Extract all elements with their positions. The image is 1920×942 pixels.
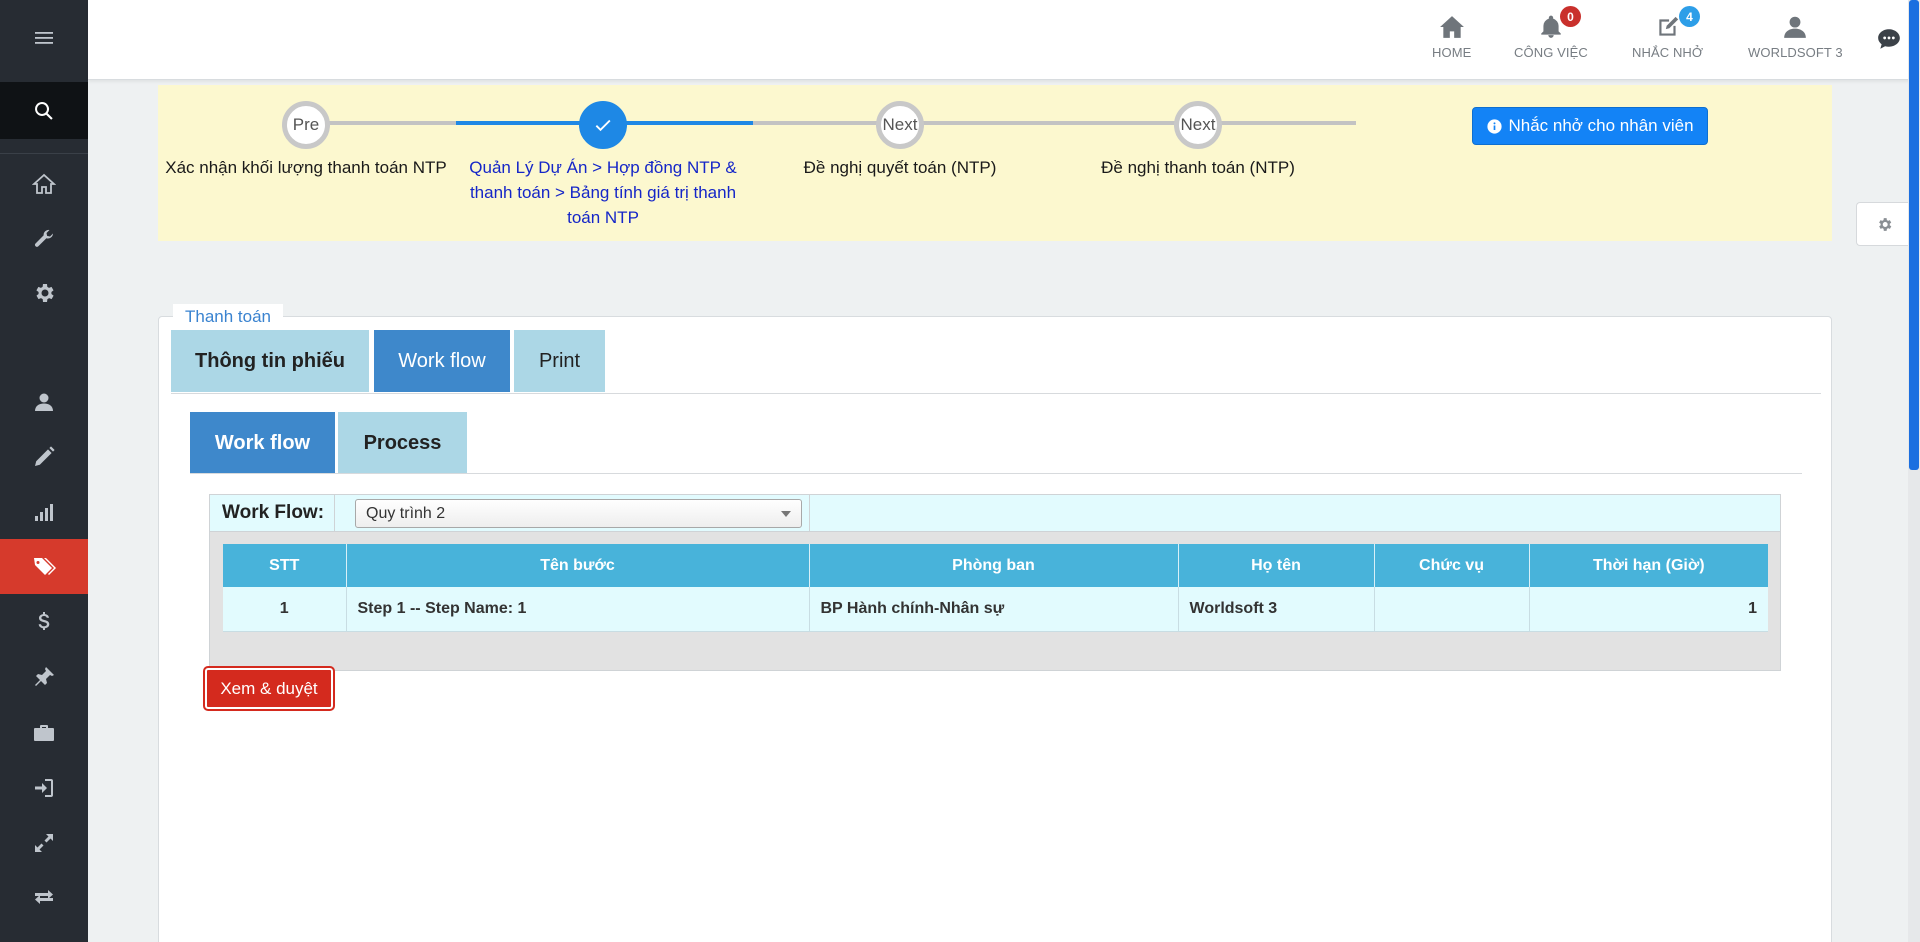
step-circle-next[interactable]: Next	[1174, 101, 1222, 149]
top-navbar: HOME 0 CÔNG VIỆC 4 NHẮC NHỞ WORLDSOFT 3	[88, 0, 1920, 80]
cell-position	[1374, 587, 1530, 632]
user-icon[interactable]	[0, 374, 88, 429]
chevron-down-icon	[781, 511, 791, 517]
payment-card: Thanh toán Thông tin phiếu Work flow Pri…	[158, 304, 1832, 942]
table-header-row: STT Tên bước Phòng ban Họ tên Chức vụ Th…	[223, 544, 1768, 587]
workflow-selected-value: Quy trình 2	[366, 504, 446, 522]
workflow-label: Work Flow:	[210, 495, 335, 531]
info-icon	[1487, 118, 1503, 134]
nav-reminders-label: NHẮC NHỞ	[1632, 45, 1704, 60]
workflow-panel: Work Flow: Quy trình 2 STT Tên bước Phòn…	[209, 494, 1781, 671]
expand-icon[interactable]	[0, 815, 88, 870]
card-title: Thanh toán	[173, 304, 284, 330]
workflow-select[interactable]: Quy trình 2	[355, 499, 802, 528]
remind-staff-label: Nhắc nhở cho nhân viên	[1508, 116, 1694, 135]
wrench-icon[interactable]	[0, 211, 88, 266]
settings-toggle[interactable]	[1856, 202, 1912, 246]
subtab-process[interactable]: Process	[338, 412, 467, 474]
workflow-select-cell: Quy trình 2	[336, 495, 810, 531]
edit-icon	[1658, 16, 1678, 36]
view-approve-button[interactable]: Xem & duyệt	[203, 666, 335, 711]
table-row[interactable]: 1 Step 1 -- Step Name: 1 BP Hành chính-N…	[223, 587, 1768, 632]
home-icon	[1439, 16, 1464, 38]
gear-icon[interactable]	[0, 265, 88, 320]
workflow-row: Work Flow: Quy trình 2	[210, 495, 1780, 532]
exchange-icon[interactable]	[0, 869, 88, 924]
column-header[interactable]: Chức vụ	[1374, 544, 1530, 587]
scrollbar-thumb[interactable]	[1909, 0, 1919, 470]
tab-divider	[171, 393, 1821, 394]
briefcase-icon[interactable]	[0, 705, 88, 760]
nav-user-label: WORLDSOFT 3	[1748, 45, 1843, 60]
cell-full-name: Worldsoft 3	[1178, 587, 1375, 632]
tab-ticket-info[interactable]: Thông tin phiếu	[171, 330, 369, 392]
step-circle-pre[interactable]: Pre	[282, 101, 330, 149]
bar-chart-icon[interactable]	[0, 484, 88, 539]
search-icon[interactable]	[0, 82, 88, 139]
remind-staff-button[interactable]: Nhắc nhở cho nhân viên	[1472, 107, 1708, 145]
tab-workflow[interactable]: Work flow	[374, 330, 510, 392]
pencil-icon[interactable]	[0, 429, 88, 484]
chat-icon[interactable]	[1876, 26, 1902, 52]
progress-steps-panel: Pre Next Next Xác nhận khối lượng thanh …	[158, 85, 1832, 241]
step-label-current: Quản Lý Dự Án > Hợp đồng NTP & thanh toá…	[469, 158, 737, 227]
cell-department: BP Hành chính-Nhân sự	[809, 587, 1179, 632]
subtab-divider	[190, 473, 1802, 474]
step-circle-next[interactable]: Next	[876, 101, 924, 149]
tab-print[interactable]: Print	[514, 330, 605, 392]
check-icon	[595, 119, 611, 132]
user-icon	[1784, 16, 1807, 38]
home-icon[interactable]	[0, 156, 88, 211]
subtab-workflow[interactable]: Work flow	[190, 412, 335, 474]
step-label-next[interactable]: Đề nghị quyết toán (NTP)	[750, 155, 1050, 180]
step-circle-current	[579, 101, 627, 149]
gear-icon	[1879, 217, 1892, 231]
pin-icon[interactable]	[0, 649, 88, 704]
step-connector	[753, 121, 1356, 125]
nav-user[interactable]: WORLDSOFT 3	[1748, 14, 1843, 60]
workflow-table: STT Tên bước Phòng ban Họ tên Chức vụ Th…	[223, 544, 1768, 632]
step-label-previous[interactable]: Xác nhận khối lượng thanh toán NTP	[156, 155, 456, 180]
step-label-next[interactable]: Đề nghị thanh toán (NTP)	[1048, 155, 1348, 180]
column-header[interactable]: Tên bước	[346, 544, 810, 587]
column-header[interactable]: Thời hạn (Giờ)	[1529, 544, 1768, 587]
sign-in-icon[interactable]	[0, 760, 88, 815]
nav-tasks-label: CÔNG VIỆC	[1514, 45, 1588, 60]
dollar-icon[interactable]	[0, 594, 88, 649]
nav-reminders[interactable]: 4 NHẮC NHỞ	[1632, 6, 1704, 60]
sidebar	[0, 0, 88, 942]
cell-step-name: Step 1 -- Step Name: 1	[346, 587, 810, 632]
column-header[interactable]: Họ tên	[1178, 544, 1375, 587]
cell-stt: 1	[223, 587, 347, 632]
tasks-badge: 0	[1560, 6, 1581, 27]
reminders-badge: 4	[1679, 6, 1700, 27]
nav-home-label: HOME	[1432, 45, 1472, 60]
nav-tasks[interactable]: 0 CÔNG VIỆC	[1514, 6, 1588, 60]
column-header[interactable]: Phòng ban	[809, 544, 1179, 587]
nav-home[interactable]: HOME	[1432, 14, 1471, 60]
column-header[interactable]: STT	[223, 544, 347, 587]
tags-icon[interactable]	[0, 539, 88, 594]
menu-icon[interactable]	[0, 10, 88, 65]
cell-deadline-hours: 1	[1529, 587, 1768, 632]
